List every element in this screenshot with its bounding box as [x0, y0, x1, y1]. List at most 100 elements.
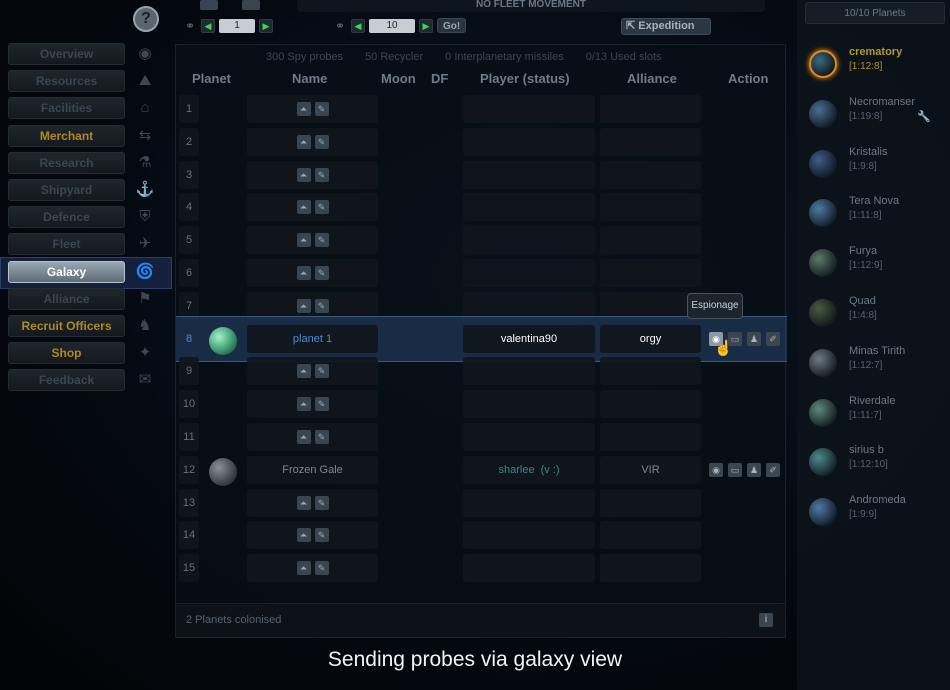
- send-fleet-icon[interactable]: ✎: [314, 495, 329, 510]
- player-cell[interactable]: sharlee (v :): [463, 455, 595, 484]
- officers-icon[interactable]: ♞: [133, 315, 157, 337]
- send-fleet-icon[interactable]: ✎: [314, 397, 329, 412]
- menu-button-label[interactable]: Research: [8, 151, 125, 174]
- planet-list-item[interactable]: crematory [1:12:8]: [807, 46, 947, 90]
- planet-list-item[interactable]: sirius b [1:12:10]: [807, 444, 947, 488]
- alliance-name[interactable]: orgy: [640, 333, 661, 345]
- send-fleet-icon[interactable]: ✎: [314, 167, 329, 182]
- send-fleet-icon[interactable]: ✎: [314, 134, 329, 149]
- go-button[interactable]: Go!: [437, 18, 467, 33]
- menu-item-facilities[interactable]: Facilities ⌂: [8, 97, 170, 120]
- shipyard-icon[interactable]: ⚓: [133, 179, 157, 201]
- menu-item-alliance[interactable]: Alliance ⚑: [8, 287, 170, 310]
- colonize-icon[interactable]: ⏶: [296, 233, 311, 248]
- galaxy-input[interactable]: 1: [219, 18, 255, 33]
- colonize-icon[interactable]: ⏶: [296, 430, 311, 445]
- planet-list-name[interactable]: Quad: [849, 295, 876, 307]
- galaxy-prev-button[interactable]: ◀: [201, 18, 215, 33]
- menu-item-defence[interactable]: Defence ⛨: [8, 206, 170, 229]
- colonize-icon[interactable]: ⏶: [296, 561, 311, 576]
- missile-icon[interactable]: ✐: [766, 331, 780, 346]
- colonize-icon[interactable]: ⏶: [296, 102, 311, 117]
- planet-thumbnail[interactable]: [809, 498, 837, 527]
- colonize-icon[interactable]: ⏶: [296, 200, 311, 215]
- alliance-cell[interactable]: orgy: [600, 324, 701, 353]
- menu-button-label[interactable]: Defence: [8, 206, 125, 229]
- planet-list-name[interactable]: Riverdale: [849, 395, 895, 407]
- send-fleet-icon[interactable]: ✎: [314, 561, 329, 576]
- planet-thumbnail[interactable]: [809, 299, 837, 327]
- planet-thumbnail[interactable]: [809, 99, 837, 128]
- planet-list-name[interactable]: Minas Tirith: [849, 345, 905, 357]
- planet-name-cell[interactable]: planet 1: [247, 324, 378, 353]
- menu-button-label[interactable]: Shop: [8, 342, 125, 365]
- menu-item-recruit-officers[interactable]: Recruit Officers ♞: [8, 314, 170, 337]
- planet-image[interactable]: [209, 326, 237, 355]
- alliance-name[interactable]: VIR: [641, 464, 659, 476]
- planet-list-item[interactable]: Kristalis [1:9:8]: [807, 146, 947, 190]
- menu-button-label[interactable]: Overview: [8, 43, 125, 65]
- overview-icon[interactable]: ◉: [133, 43, 157, 65]
- feedback-icon[interactable]: ✉: [133, 369, 157, 391]
- buddy-icon[interactable]: ♟: [747, 462, 761, 477]
- menu-button-label[interactable]: Recruit Officers: [8, 314, 125, 337]
- mail-icon[interactable]: [200, 0, 218, 10]
- send-fleet-icon[interactable]: ✎: [314, 233, 329, 248]
- menu-button-label[interactable]: Facilities: [8, 97, 125, 120]
- planet-thumbnail[interactable]: [809, 249, 837, 278]
- planet-list-item[interactable]: Minas Tirith [1:12:7]: [807, 345, 947, 389]
- send-fleet-icon[interactable]: ✎: [314, 102, 329, 117]
- planet-thumbnail[interactable]: [809, 398, 837, 427]
- help-button[interactable]: ?: [133, 6, 159, 32]
- menu-item-resources[interactable]: Resources ⛰: [8, 70, 170, 93]
- menu-item-merchant[interactable]: Merchant ⇆: [8, 124, 170, 147]
- menu-button-label[interactable]: Alliance: [8, 287, 125, 310]
- planet-list-item[interactable]: Necromanser [1:19:8] 🔧: [807, 96, 947, 140]
- alliance-cell[interactable]: VIR: [600, 455, 701, 484]
- send-fleet-icon[interactable]: ✎: [314, 364, 329, 379]
- research-icon[interactable]: ⚗: [133, 152, 157, 174]
- galaxy-icon[interactable]: 🌀: [133, 261, 157, 283]
- colonize-icon[interactable]: ⏶: [296, 134, 311, 149]
- missile-icon[interactable]: ✐: [766, 462, 780, 477]
- system-prev-button[interactable]: ◀: [351, 18, 365, 33]
- menu-button-label[interactable]: Fleet: [8, 233, 125, 256]
- planet-list-item[interactable]: Riverdale [1:11:7]: [807, 395, 947, 439]
- message-icon[interactable]: ▭: [728, 462, 742, 477]
- planet-name-cell[interactable]: Frozen Gale: [247, 455, 378, 484]
- buddy-icon[interactable]: ♟: [747, 331, 761, 346]
- resources-icon[interactable]: ⛰: [133, 70, 157, 92]
- planet-thumbnail[interactable]: [809, 448, 837, 477]
- colonize-icon[interactable]: ⏶: [296, 266, 311, 281]
- shop-icon[interactable]: ✦: [133, 342, 157, 364]
- system-next-button[interactable]: ▶: [419, 18, 433, 33]
- planet-image[interactable]: [209, 457, 237, 486]
- send-fleet-icon[interactable]: ✎: [314, 298, 329, 313]
- colonize-icon[interactable]: ⏶: [296, 298, 311, 313]
- planet-list-name[interactable]: Necromanser: [849, 96, 915, 108]
- planet-list-name[interactable]: crematory: [849, 46, 902, 58]
- menu-item-shop[interactable]: Shop ✦: [8, 342, 170, 365]
- send-fleet-icon[interactable]: ✎: [314, 266, 329, 281]
- menu-button-label[interactable]: Shipyard: [8, 178, 125, 201]
- planet-list-item[interactable]: Tera Nova [1:11:8]: [807, 195, 947, 239]
- planet-list-name[interactable]: Kristalis: [849, 146, 888, 158]
- menu-item-fleet[interactable]: Fleet ✈: [8, 233, 170, 256]
- alliance-icon[interactable]: ⚑: [133, 288, 157, 310]
- system-input[interactable]: 10: [369, 18, 415, 33]
- planet-thumbnail[interactable]: [809, 348, 837, 377]
- planet-name[interactable]: Frozen Gale: [282, 464, 343, 476]
- player-name[interactable]: sharlee: [498, 464, 534, 476]
- player-name[interactable]: valentina90: [501, 333, 557, 345]
- merchant-icon[interactable]: ⇆: [133, 125, 157, 147]
- planet-list-name[interactable]: Andromeda: [849, 494, 906, 506]
- menu-item-feedback[interactable]: Feedback ✉: [8, 369, 170, 392]
- menu-button-label[interactable]: Galaxy: [8, 260, 125, 283]
- planet-list-name[interactable]: sirius b: [849, 444, 884, 456]
- colonize-icon[interactable]: ⏶: [296, 495, 311, 510]
- planet-list-item[interactable]: Furya [1:12:9]: [807, 245, 947, 289]
- menu-item-research[interactable]: Research ⚗: [8, 151, 170, 174]
- planet-list-item[interactable]: Andromeda [1:9:9]: [807, 494, 947, 538]
- defence-icon[interactable]: ⛨: [133, 206, 157, 228]
- send-fleet-icon[interactable]: ✎: [314, 528, 329, 543]
